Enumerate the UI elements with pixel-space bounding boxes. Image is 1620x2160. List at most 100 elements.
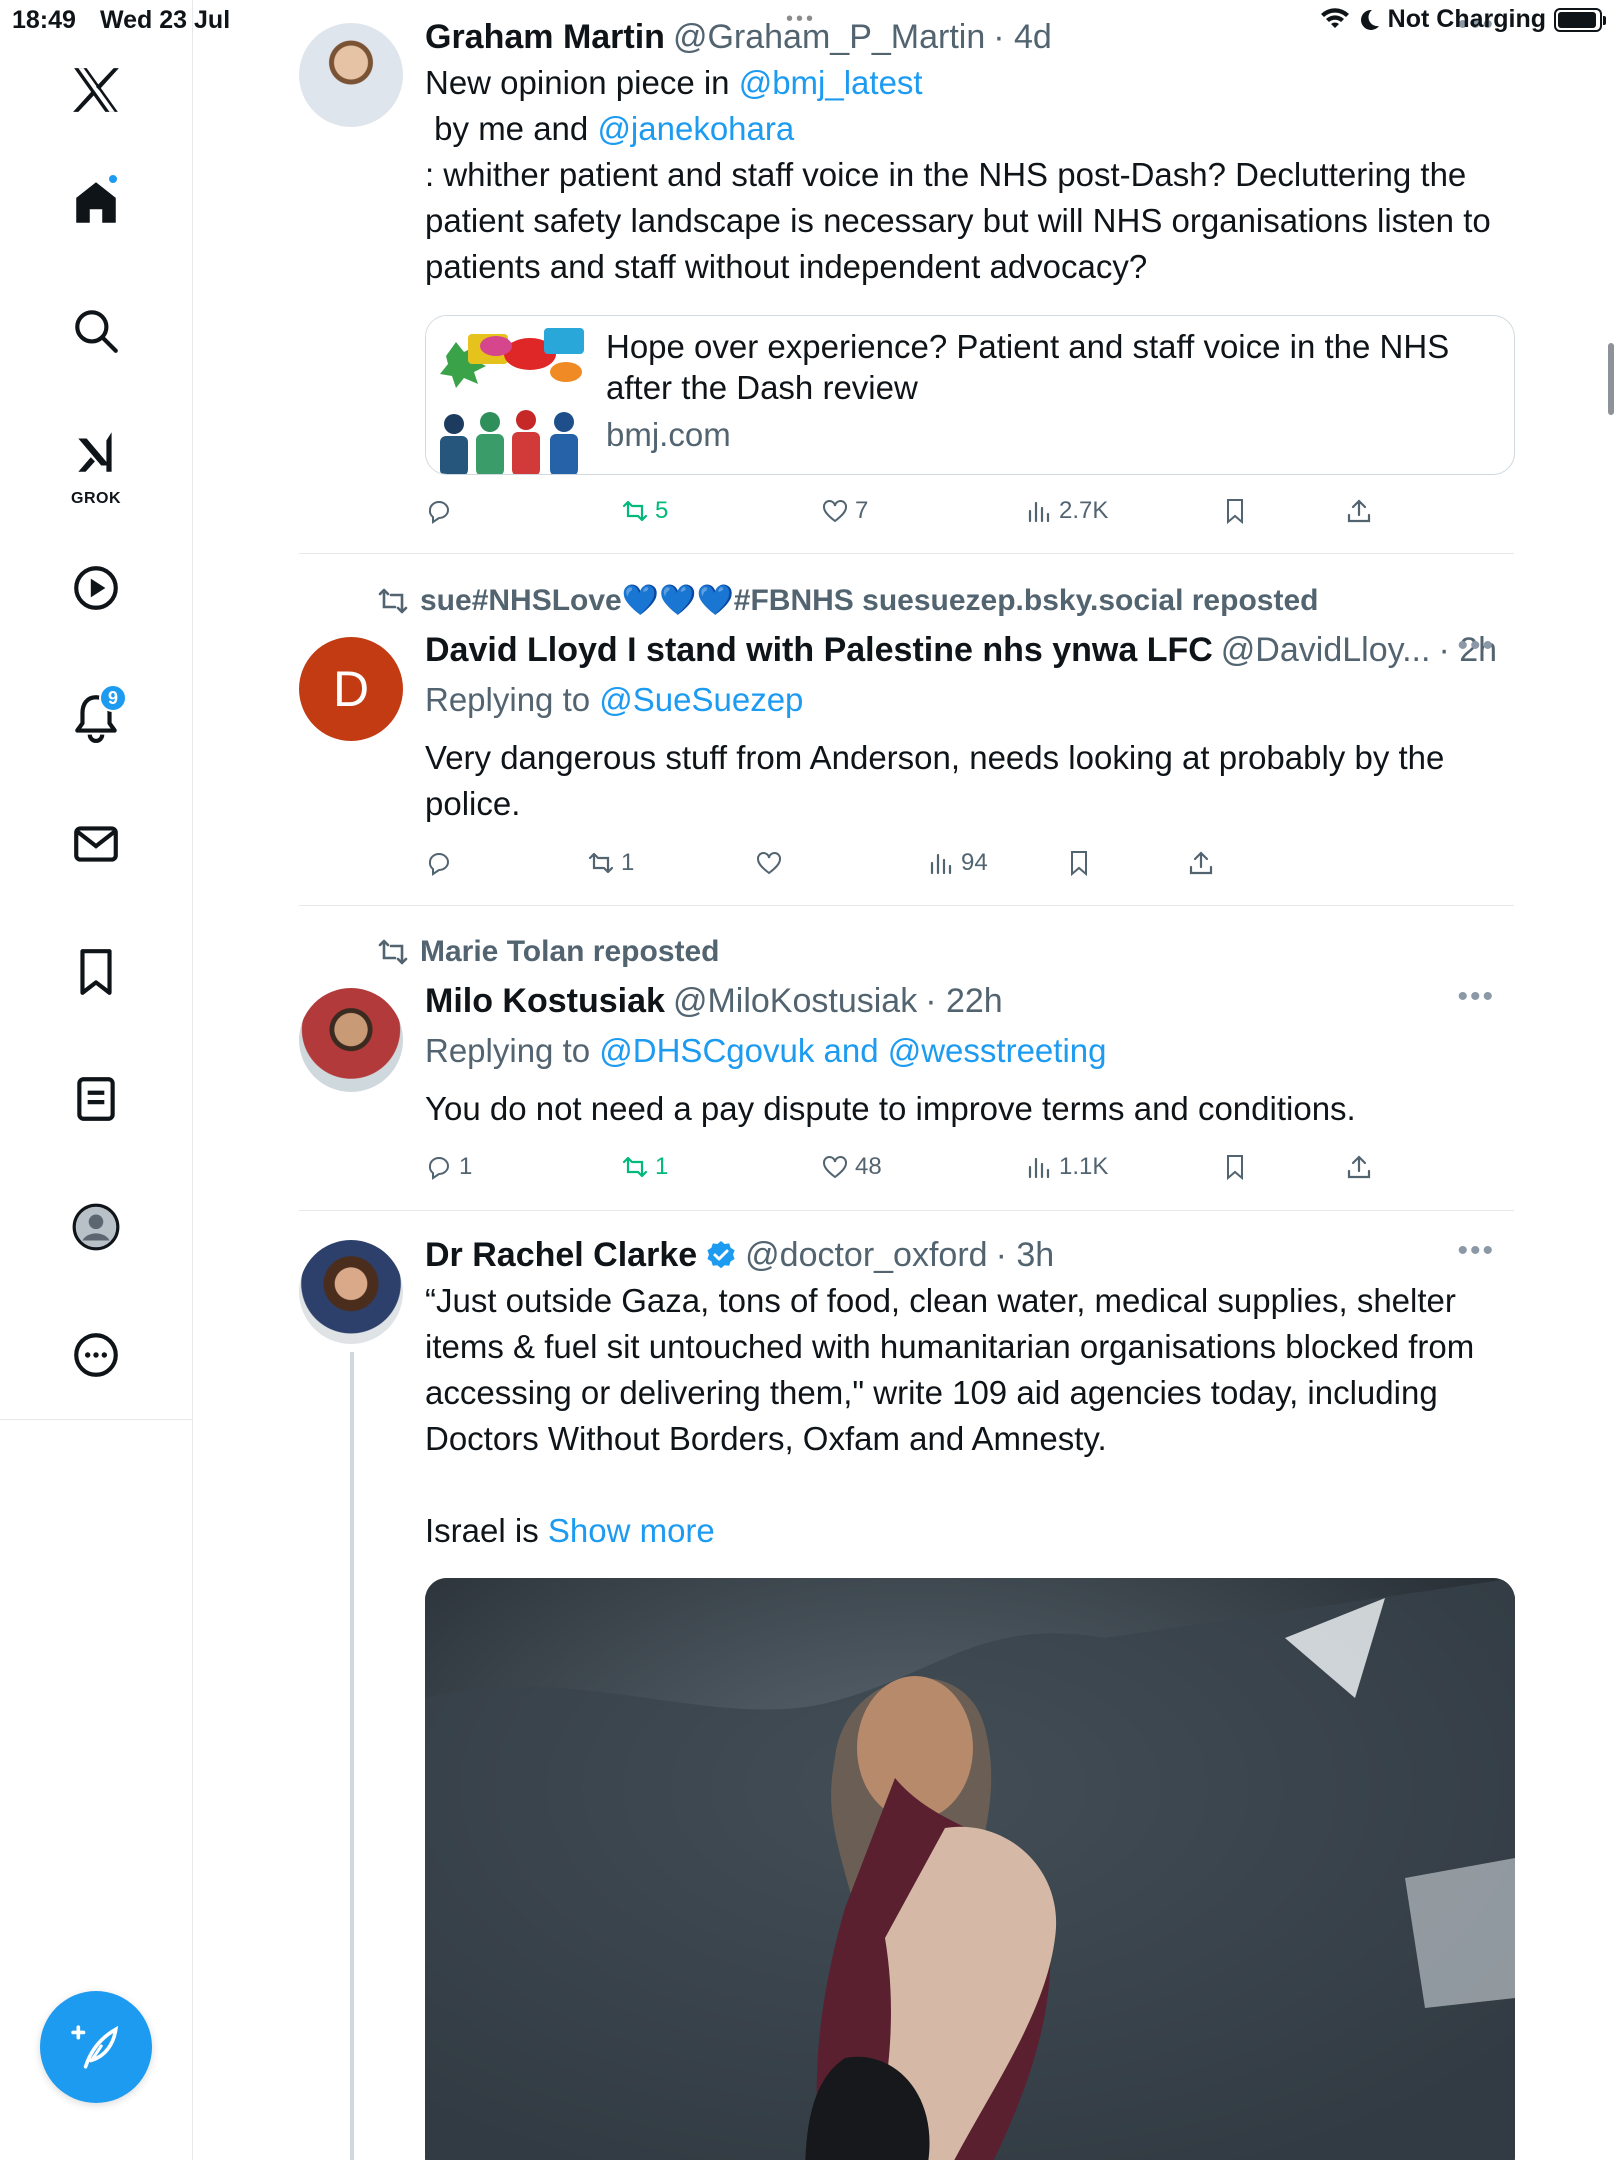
sidebar-item-messages[interactable] xyxy=(55,803,137,885)
grok-label: GROK xyxy=(71,490,121,507)
like-button[interactable]: 7 xyxy=(821,497,868,525)
author-name[interactable]: David Lloyd I stand with Palestine nhs y… xyxy=(425,631,1213,670)
more-options-icon[interactable]: ••• xyxy=(1457,629,1495,663)
thread-line xyxy=(350,1352,354,2160)
repost-icon xyxy=(588,852,614,874)
avatar[interactable] xyxy=(299,1240,403,1344)
share-button[interactable] xyxy=(1345,1153,1373,1181)
sidebar-item-notifications[interactable]: 9 xyxy=(55,676,137,758)
mention-link[interactable]: @DHSCgovuk and @wesstreeting xyxy=(599,1032,1106,1069)
reply-icon xyxy=(428,853,449,876)
sidebar-item-profile[interactable] xyxy=(55,1186,137,1268)
bookmark-button[interactable] xyxy=(1221,497,1249,525)
share-button[interactable] xyxy=(1345,497,1373,525)
reply-button[interactable]: 1 xyxy=(425,1153,472,1181)
tweet-text: New opinion piece in @bmj_latest by me a… xyxy=(425,60,1505,290)
replying-prefix: Replying to xyxy=(425,1032,600,1069)
link-card-title: Hope over experience? Patient and staff … xyxy=(606,328,1450,406)
sidebar-item-bookmarks[interactable] xyxy=(55,931,137,1013)
repost-button[interactable]: 1 xyxy=(587,849,634,877)
repost-button[interactable]: 5 xyxy=(621,497,668,525)
status-time: 18:49 xyxy=(12,6,76,34)
repost-icon xyxy=(378,939,408,965)
views-button[interactable]: 94 xyxy=(927,849,988,877)
avatar[interactable] xyxy=(299,988,403,1092)
tweet-actions: 1 94 xyxy=(425,849,1425,889)
compose-button[interactable] xyxy=(40,1991,152,2103)
reply-button[interactable] xyxy=(425,849,459,877)
tweet-divider xyxy=(299,553,1514,554)
scrollbar[interactable] xyxy=(1608,343,1614,415)
like-button[interactable] xyxy=(755,849,789,877)
heart-icon xyxy=(823,1156,847,1179)
author-handle[interactable]: @doctor_oxford xyxy=(745,1236,987,1275)
reply-button[interactable] xyxy=(425,497,459,525)
link-card[interactable]: Hope over experience? Patient and staff … xyxy=(425,315,1515,475)
timeline[interactable]: Graham Martin @Graham_P_Martin · 4d ••• … xyxy=(193,0,1580,2160)
mention-link[interactable]: @SueSuezep xyxy=(599,681,803,718)
tweet-milo-kostusiak[interactable]: Milo Kostusiak @MiloKostusiak · 22h ••• … xyxy=(425,978,1505,1132)
tweet-david-lloyd[interactable]: David Lloyd I stand with Palestine nhs y… xyxy=(425,627,1505,827)
show-more-link[interactable]: Show more xyxy=(548,1512,715,1549)
repost-indicator[interactable]: Marie Tolan reposted xyxy=(376,935,720,969)
views-button[interactable]: 1.1K xyxy=(1025,1153,1108,1181)
sidebar-item-more[interactable] xyxy=(55,1314,137,1396)
x-logo-icon[interactable] xyxy=(55,49,137,131)
compose-icon xyxy=(71,2025,119,2069)
repost-icon xyxy=(378,588,408,613)
tweet-media-image[interactable] xyxy=(425,1578,1515,2160)
sidebar-item-search[interactable] xyxy=(55,290,137,372)
tweet-body: “Just outside Gaza, tons of food, clean … xyxy=(425,1282,1475,1457)
multitasking-dots-icon[interactable]: ••• xyxy=(786,8,816,31)
repost-indicator[interactable]: sue#NHSLove💙💙💙#FBNHS suesuezep.bsky.soci… xyxy=(376,583,1318,618)
battery-level xyxy=(1558,11,1596,28)
bookmark-button[interactable] xyxy=(1065,849,1093,877)
author-name[interactable]: Dr Rachel Clarke xyxy=(425,1236,697,1275)
avatar-letter: D xyxy=(332,661,370,717)
reply-icon xyxy=(428,1157,449,1180)
views-button[interactable]: 2.7K xyxy=(1025,497,1108,525)
tweet-body: Very dangerous stuff from Anderson, need… xyxy=(425,739,1445,822)
status-date: Wed 23 Jul xyxy=(100,6,231,34)
views-icon xyxy=(1028,1157,1050,1179)
bookmark-button[interactable] xyxy=(1221,1153,1249,1181)
status-right: Not Charging xyxy=(1320,5,1606,34)
more-options-icon[interactable]: ••• xyxy=(1457,980,1495,1014)
author-handle[interactable]: @MiloKostusiak xyxy=(673,982,917,1021)
tent-photo xyxy=(425,1578,1515,2160)
author-name[interactable]: Milo Kostusiak xyxy=(425,982,665,1021)
like-button[interactable]: 48 xyxy=(821,1153,882,1181)
view-count: 94 xyxy=(961,849,988,876)
replying-to: Replying to @DHSCgovuk and @wesstreeting xyxy=(425,1028,1505,1074)
sidebar-item-home[interactable] xyxy=(55,161,137,243)
reposted-by: sue#NHSLove💙💙💙#FBNHS suesuezep.bsky.soci… xyxy=(420,584,1319,617)
tweet-body: : whither patient and staff voice in the… xyxy=(425,156,1491,285)
more-options-icon[interactable]: ••• xyxy=(1457,1234,1495,1268)
notification-badge: 9 xyxy=(99,684,127,712)
bookmark-icon xyxy=(1071,851,1087,877)
view-count: 1.1K xyxy=(1059,1153,1109,1180)
profile-icon xyxy=(72,1203,120,1251)
replying-prefix: Replying to xyxy=(425,681,600,718)
avatar[interactable]: D xyxy=(299,637,403,741)
sidebar-item-grok[interactable]: GROK xyxy=(55,414,137,507)
sidebar-item-lists[interactable] xyxy=(55,1058,137,1140)
author-handle[interactable]: @DavidLloy... xyxy=(1221,631,1431,670)
charging-status: Not Charging xyxy=(1387,5,1546,33)
sidebar-item-video[interactable] xyxy=(55,547,137,629)
views-icon xyxy=(930,853,952,875)
tweet-rachel-clarke[interactable]: Dr Rachel Clarke @doctor_oxford · 3h •••… xyxy=(425,1232,1505,1554)
mention-link[interactable]: @bmj_latest xyxy=(739,64,923,101)
view-count: 2.7K xyxy=(1059,497,1109,524)
moon-icon xyxy=(1360,9,1379,30)
mention-link[interactable]: @janekohara xyxy=(597,110,794,147)
repost-button[interactable]: 1 xyxy=(621,1153,668,1181)
like-count: 48 xyxy=(855,1153,882,1180)
home-unread-dot xyxy=(107,173,119,185)
tweet-text-part: Israel is xyxy=(425,1512,548,1549)
share-button[interactable] xyxy=(1187,849,1215,877)
sidebar-divider xyxy=(0,1419,193,1420)
tweet-graham-martin[interactable]: Graham Martin @Graham_P_Martin · 4d ••• … xyxy=(425,8,1505,290)
share-icon xyxy=(1189,851,1213,875)
repost-count: 1 xyxy=(621,849,635,876)
